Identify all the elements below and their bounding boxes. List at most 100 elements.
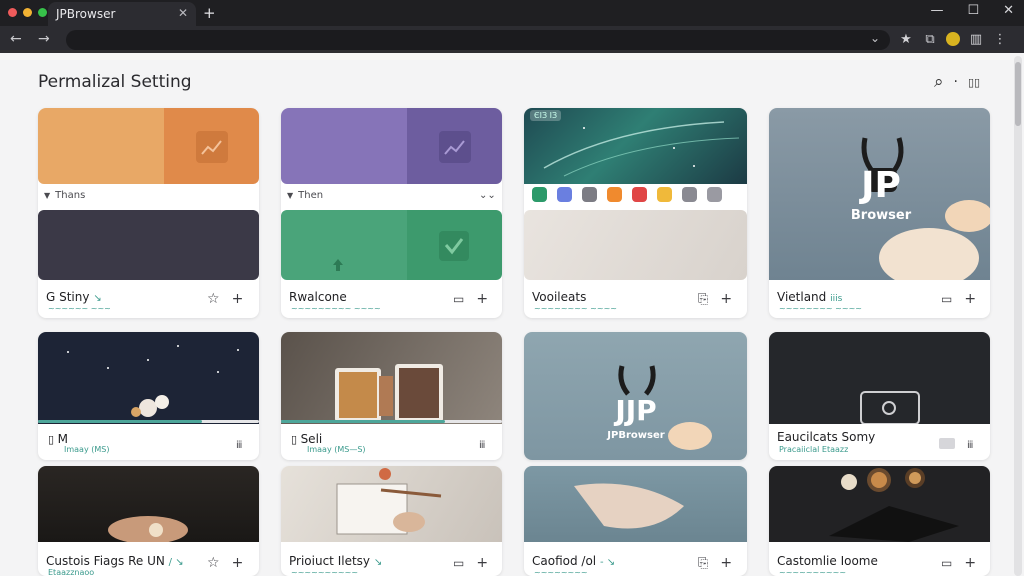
theme-card-hands-blue[interactable]: Caofiod /ol - ↘ ~~~~~~~~ ⎘ + — [524, 466, 747, 576]
color-swatch-orange[interactable] — [38, 108, 259, 184]
close-window-dot[interactable] — [8, 8, 17, 17]
profile-extension-icon[interactable] — [946, 32, 960, 46]
document-icon: ▯ — [291, 433, 301, 446]
menu-icon[interactable]: ⋮ — [992, 30, 1008, 48]
star-icon[interactable]: ☆ — [207, 291, 220, 307]
card-actions: ▭ + — [453, 555, 488, 571]
app-icon-blue[interactable] — [557, 187, 572, 202]
add-icon[interactable]: + — [964, 291, 976, 307]
add-icon[interactable]: + — [232, 555, 244, 571]
card-caption: Eaucilcats Somy — [777, 430, 876, 444]
add-icon[interactable]: + — [476, 555, 488, 571]
card-caption: G Stiny ↘ — [46, 290, 102, 304]
app-icon-gray-2[interactable] — [682, 187, 697, 202]
comment-icon[interactable]: ▭ — [941, 292, 952, 306]
card-caption: Caofiod /ol - ↘ — [532, 554, 616, 568]
add-icon[interactable]: + — [964, 555, 976, 571]
back-arrow-icon[interactable]: ← — [10, 31, 22, 47]
app-icon-gray-3[interactable] — [707, 187, 722, 202]
color-swatch-purple[interactable] — [281, 108, 502, 184]
add-icon[interactable]: + — [232, 291, 244, 307]
app-icon-green[interactable] — [532, 187, 547, 202]
scrollbar-thumb[interactable] — [1015, 62, 1021, 126]
card-actions: ▭ + — [941, 291, 976, 307]
video-icon[interactable] — [939, 438, 955, 449]
tab-jpbrowser[interactable]: JPBrowser ✕ — [48, 2, 196, 26]
sidebar-icon[interactable]: ▥ — [968, 30, 984, 48]
app-icon-gray[interactable] — [582, 187, 597, 202]
close-icon[interactable]: ✕ — [1003, 3, 1014, 18]
jp-browser-image[interactable]: JP Browser — [769, 108, 990, 280]
tab-close-icon[interactable]: ✕ — [178, 6, 188, 20]
theme-card-jp-browser[interactable]: JP Browser Vietland iiis ~~~~~~~~ ~~~~ ▭… — [769, 108, 990, 318]
minimize-window-dot[interactable] — [23, 8, 32, 17]
card-actions: ☆ + — [207, 555, 243, 571]
address-bar[interactable]: ⌄ — [66, 30, 890, 50]
theme-label: ▼ Then — [287, 190, 324, 201]
hands-illustration — [108, 516, 188, 542]
card-subtitle: ~~~~~~~~ ~~~~ — [534, 304, 617, 313]
hands-blue-image[interactable] — [524, 466, 747, 542]
jjp-logo: JJP — [615, 394, 657, 427]
theme-card-jjp[interactable]: JJP JPBrowser — [524, 332, 747, 460]
jjp-image[interactable]: JJP JPBrowser — [524, 332, 747, 460]
theme-card-sketching[interactable]: Prioiuct Iletsy ↘ ~~~~~~~~~~ ▭ + — [281, 466, 502, 576]
clipboard-icon[interactable]: ⎘ — [698, 292, 708, 307]
add-icon[interactable]: + — [720, 291, 732, 307]
card-subtitle: ~~~~~~~~~~ — [291, 568, 359, 576]
dark-laptop-image[interactable] — [769, 332, 990, 424]
theme-card-night-flowers[interactable]: ▯ M Imaay (MS) ⅲ — [38, 332, 259, 460]
theme-card-orange[interactable]: ▼ Thans G Stiny ↘ ~~~~~~ ~~~ ☆ + — [38, 108, 259, 318]
app-icon-red[interactable] — [632, 187, 647, 202]
card-caption: Castomlie Ioome — [777, 554, 878, 568]
forward-arrow-icon[interactable]: → — [38, 31, 50, 47]
theme-card-purple[interactable]: ▼ Then ⌄⌄ Rwalcone ~~~~~~~~~ ~~~~ ▭ + — [281, 108, 502, 318]
comment-icon[interactable]: ▭ — [453, 556, 464, 570]
card-caption: ▯ Seli — [291, 432, 323, 446]
maximize-icon[interactable]: ☐ — [967, 3, 979, 18]
app-icon-yellow[interactable] — [657, 187, 672, 202]
arrow-up-icon — [333, 259, 343, 271]
chevron-down-icon[interactable]: ⌄ — [870, 31, 880, 45]
expand-icon[interactable]: ⌄⌄ — [479, 190, 496, 201]
comment-icon[interactable]: ▭ — [453, 292, 464, 306]
star-icon[interactable]: ☆ — [207, 555, 220, 571]
theme-card-hands-flower[interactable]: Custois Fiags Re UN / ↘ Etaazznaoo ☆ + — [38, 466, 259, 576]
night-flowers-image[interactable] — [38, 332, 259, 424]
card-subtitle: Pracaiiclal Etaazz — [779, 445, 849, 454]
minimize-icon[interactable]: — — [930, 3, 943, 18]
star-icon[interactable]: ★ — [898, 30, 914, 48]
triangle-down-icon: ▼ — [287, 191, 294, 200]
color-swatch-green[interactable] — [281, 210, 502, 280]
theme-card-dark-laptop[interactable]: Eaucilcats Somy Pracaiiclal Etaazz ⅲ — [769, 332, 990, 460]
zoom-window-dot[interactable] — [38, 8, 47, 17]
sketching-image[interactable] — [281, 466, 502, 542]
book-icon[interactable]: ▯▯ — [968, 76, 980, 89]
new-tab-button[interactable]: + — [203, 4, 216, 22]
window-controls: — ☐ ✕ — [930, 3, 1014, 18]
add-icon[interactable]: + — [476, 291, 488, 307]
extensions-icon[interactable]: ⧉ — [922, 30, 938, 48]
hands-flower-image[interactable] — [38, 466, 259, 542]
theme-card-aurora[interactable]: ЄІЗ ІЗ Vooileats ~~~~~~~~ ~~~~ ⎘ + — [524, 108, 747, 318]
food-image[interactable] — [769, 466, 990, 542]
window-traffic-lights — [8, 8, 47, 17]
aurora-image[interactable]: ЄІЗ ІЗ — [524, 108, 747, 184]
photo-prints-image[interactable] — [281, 332, 502, 424]
theme-card-food[interactable]: Castomlie Ioome ~~~~~~~~~~ ▭ + — [769, 466, 990, 576]
tab-bar: JPBrowser ✕ + — ☐ ✕ — [0, 0, 1024, 26]
add-icon[interactable]: + — [720, 555, 732, 571]
separator: · — [953, 74, 958, 90]
card-actions: ▭ + — [941, 555, 976, 571]
app-icon-orange[interactable] — [607, 187, 622, 202]
clipboard-icon[interactable]: ⎘ — [698, 556, 708, 571]
color-swatch-dark[interactable] — [38, 210, 259, 280]
scrollbar-track[interactable] — [1014, 56, 1022, 576]
theme-card-photos[interactable]: ▯ Seli Imaay (MS—S) ⅲ — [281, 332, 502, 460]
search-icon[interactable]: ⌕ — [934, 72, 944, 92]
card-actions: ⎘ + — [698, 555, 732, 571]
card-subtitle: ~~~~~~ ~~~ — [48, 304, 111, 313]
laptop-illustration — [860, 391, 920, 424]
blurred-image[interactable] — [524, 210, 747, 280]
comment-icon[interactable]: ▭ — [941, 556, 952, 570]
